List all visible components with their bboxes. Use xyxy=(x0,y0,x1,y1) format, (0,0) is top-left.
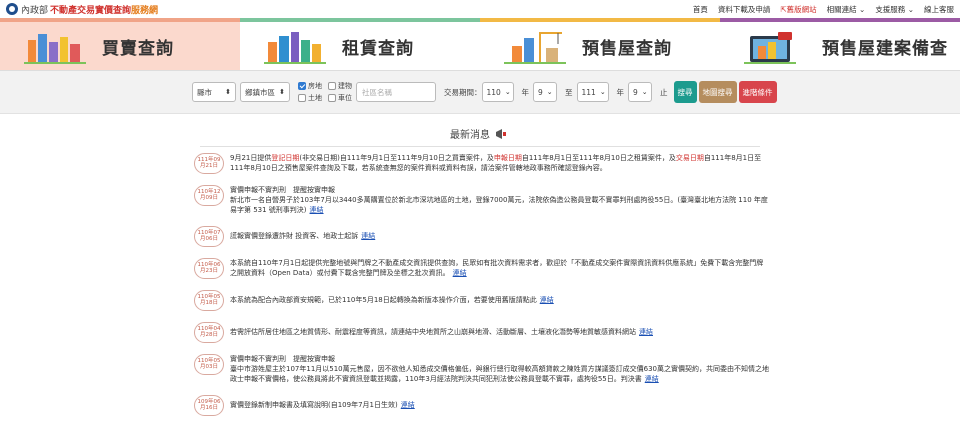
type-checkboxes: 房地 建物 土地 車位 xyxy=(298,81,352,103)
megaphone-icon xyxy=(494,128,510,140)
updown-icon: ⬍ xyxy=(279,88,285,96)
year-unit: 年 xyxy=(616,87,625,97)
ministry-logo-icon xyxy=(6,3,18,15)
from-year-select[interactable]: 110 ⌄ xyxy=(481,82,514,102)
date-badge: 110年04 月28日 xyxy=(194,322,224,343)
site-title: 不動產交易實價查詢 xyxy=(50,5,132,16)
data-download-link[interactable]: 資料下載及申請 xyxy=(718,4,771,15)
news-item: 111年09 月21日 9月21日提供登記日期(非交易日期)自111年9月1日至1… xyxy=(194,153,770,174)
home-link[interactable]: 首頁 xyxy=(693,4,708,15)
news-item: 110年04 月28日 若需評估所居住地區之地質情形、耐震程度等資訊，請連結中央地… xyxy=(194,322,770,343)
support-menu[interactable]: 支援服務 ⌄ xyxy=(875,4,914,15)
checkbox-unchecked[interactable] xyxy=(328,82,336,90)
checkbox-parking[interactable]: 車位 xyxy=(328,93,352,103)
chevron-down-icon: ⌄ xyxy=(504,88,511,96)
old-site-link[interactable]: ⇱舊版網站 xyxy=(780,4,816,15)
updown-icon: ⬍ xyxy=(225,88,231,96)
map-search-button[interactable]: 地圖搜尋 xyxy=(698,81,737,103)
tab-label: 租賃查詢 xyxy=(342,38,414,59)
news-link[interactable]: 連結 xyxy=(540,296,554,304)
to-month-select[interactable]: 9 ⌄ xyxy=(628,82,652,102)
rental-buildings-icon xyxy=(260,28,332,64)
tab-label: 買賣查詢 xyxy=(102,38,174,59)
year-unit: 年 xyxy=(521,87,530,97)
city-select[interactable]: 縣市 ⬍ xyxy=(192,82,236,102)
news-item: 110年12 月09日 實價申報不實判刑 提醒按實申報 新北市一名自營男子於103年… xyxy=(194,185,770,215)
to-year-select[interactable]: 111 ⌄ xyxy=(576,82,609,102)
news-item: 109年06 月16日 實價登錄新制申報書及填寫說明(自109年7月1日生效) 連結 xyxy=(194,395,770,416)
chevron-down-icon: ⌄ xyxy=(599,88,606,96)
from-month-select[interactable]: 9 ⌄ xyxy=(533,82,557,102)
date-badge: 110年06 月23日 xyxy=(194,258,224,279)
news-item: 110年06 月23日 本系統自110年7月1日起提供完整地號與門牌之不動產成交資… xyxy=(194,258,770,279)
main-tabs: 買賣查詢 租賃查詢 預售屋查詢 預售屋建案備查 xyxy=(0,18,960,70)
advanced-options-button[interactable]: 進階條件 xyxy=(738,81,777,103)
checkbox-unchecked[interactable] xyxy=(328,94,336,102)
end-label: 止 xyxy=(660,87,668,97)
news-text: 若需評估所居住地區之地質情形、耐震程度等資訊，請連結中央地質所之山崩與地滑、活動… xyxy=(230,328,653,336)
date-badge: 110年12 月09日 xyxy=(194,185,224,206)
news-item: 110年07 月06日 謊報實價登錄遭詐財 投資客、地政士起訴 連結 xyxy=(194,226,770,247)
news-text: 實價登錄新制申報書及填寫說明(自109年7月1日生效) 連結 xyxy=(230,401,415,409)
tab-presale-project[interactable]: 預售屋建案備查 xyxy=(720,18,960,70)
checkbox-building[interactable]: 建物 xyxy=(328,81,352,91)
tab-presale[interactable]: 預售屋查詢 xyxy=(480,18,720,70)
chevron-down-icon: ⌄ xyxy=(859,4,866,14)
ministry-name: 內政部 xyxy=(21,5,49,16)
news-link[interactable]: 連結 xyxy=(639,328,653,336)
top-links: 首頁 資料下載及申請 ⇱舊版網站 相關連結 ⌄ 支援服務 ⌄ 線上客服 xyxy=(693,4,954,15)
news-text: 實價申報不實判刑 提醒按實申報 新北市一名自營男子於103年7月以3440多萬購置… xyxy=(230,186,768,214)
date-badge: 110年07 月06日 xyxy=(194,226,224,247)
news-list: 111年09 月21日 9月21日提供登記日期(非交易日期)自111年9月1日至1… xyxy=(0,153,960,416)
news-item: 110年05 月18日 本系統為配合內政部資安規範，已於110年5月18日起轉換為… xyxy=(194,290,770,311)
city-buildings-icon xyxy=(20,28,92,64)
community-name-input[interactable]: 社區名稱 xyxy=(356,82,436,102)
search-filter-bar: 縣市 ⬍ 鄉鎮市區 ⬍ 房地 建物 土地 車位 社區名稱 交易期間： 110 ⌄ 年 … xyxy=(0,70,960,114)
tab-sale[interactable]: 買賣查詢 xyxy=(0,18,240,70)
news-link[interactable]: 連結 xyxy=(361,232,375,240)
news-divider xyxy=(200,146,760,147)
top-bar: 內政部 不動產交易實價查詢 服務網 首頁 資料下載及申請 ⇱舊版網站 相關連結 … xyxy=(0,0,960,18)
chevron-down-icon: ⌄ xyxy=(546,88,553,96)
tab-rent[interactable]: 租賃查詢 xyxy=(240,18,480,70)
to-label: 至 xyxy=(565,87,573,97)
construction-crane-icon xyxy=(500,28,572,64)
site-brand[interactable]: 內政部 不動產交易實價查詢 服務網 xyxy=(6,3,158,16)
search-button[interactable]: 搜尋 xyxy=(673,81,697,103)
tab-label: 預售屋建案備查 xyxy=(822,38,948,59)
date-badge: 110年05 月03日 xyxy=(194,354,224,375)
site-title-suffix: 服務網 xyxy=(131,5,159,16)
district-select[interactable]: 鄉鎮市區 ⬍ xyxy=(240,82,290,102)
news-link[interactable]: 連結 xyxy=(310,206,324,214)
chevron-down-icon: ⌄ xyxy=(641,88,648,96)
date-badge: 110年05 月18日 xyxy=(194,290,224,311)
date-badge: 109年06 月16日 xyxy=(194,395,224,416)
period-label: 交易期間： xyxy=(444,87,482,97)
news-text: 本系統為配合內政部資安規範，已於110年5月18日起轉換為新版本操作介面，若要使… xyxy=(230,296,554,304)
news-text: 謊報實價登錄遭詐財 投資客、地政士起訴 連結 xyxy=(230,232,376,240)
news-item: 110年05 月03日 實價申報不實判刑 提醒按實申報 臺中市游姓屋主於107年11… xyxy=(194,354,770,384)
date-badge: 111年09 月21日 xyxy=(194,153,224,174)
news-text: 本系統自110年7月1日起提供完整地號與門牌之不動產成交資訊提供查詢，民眾如有批… xyxy=(230,259,764,277)
news-title: 最新消息 xyxy=(450,130,490,141)
checkbox-checked[interactable] xyxy=(298,82,306,90)
online-service-link[interactable]: 線上客服 xyxy=(924,4,954,15)
news-heading: 最新消息 xyxy=(0,126,960,141)
chevron-down-icon: ⌄ xyxy=(907,4,914,14)
checkbox-unchecked[interactable] xyxy=(298,94,306,102)
tab-label: 預售屋查詢 xyxy=(582,38,672,59)
news-text: 9月21日提供登記日期(非交易日期)自111年9月1日至111年9月10日之買賣… xyxy=(230,154,762,172)
related-links-menu[interactable]: 相關連結 ⌄ xyxy=(827,4,866,15)
presale-project-icon xyxy=(740,28,812,64)
checkbox-land-building[interactable]: 房地 xyxy=(298,81,322,91)
news-text: 實價申報不實判刑 提醒按實申報 臺中市游姓屋主於107年11月以510萬元售屋，因… xyxy=(230,355,769,383)
news-link[interactable]: 連結 xyxy=(453,269,467,277)
checkbox-land[interactable]: 土地 xyxy=(298,93,322,103)
news-link[interactable]: 連結 xyxy=(645,375,659,383)
news-link[interactable]: 連結 xyxy=(401,401,415,409)
